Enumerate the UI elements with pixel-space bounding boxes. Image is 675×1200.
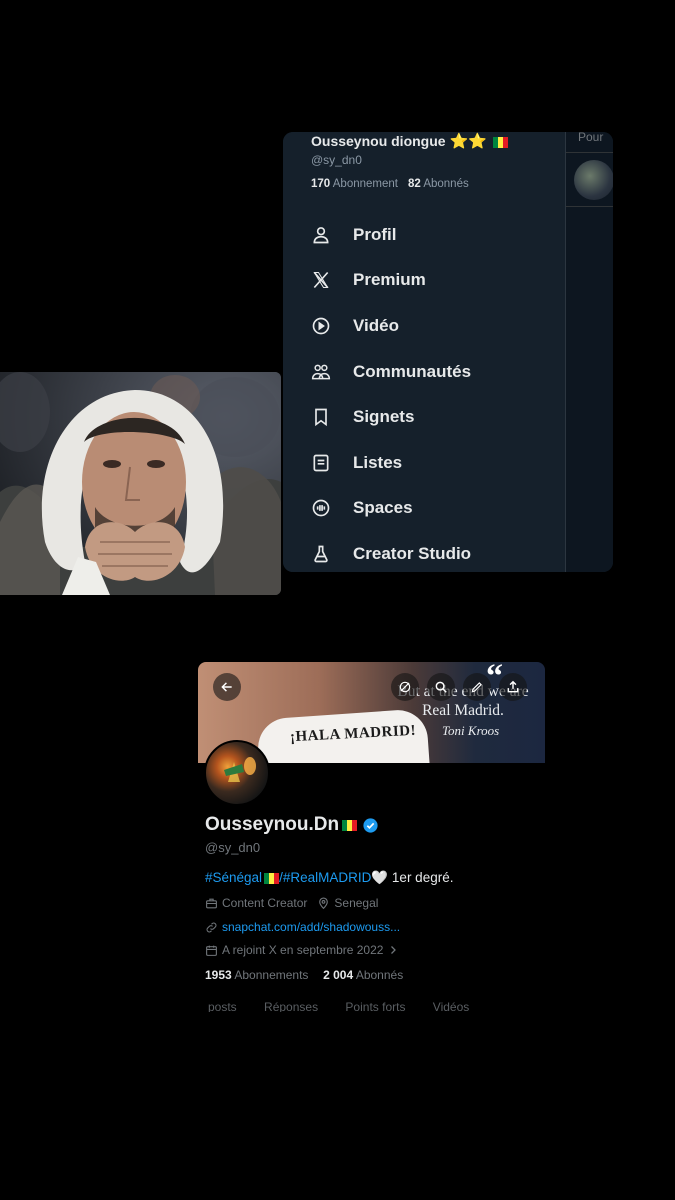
profile-meta-row: Content Creator Senegal [205,896,378,910]
share-button[interactable] [499,673,527,701]
profile-card: ¡HALA MADRID! “ But at the end we are Re… [198,662,545,1012]
following-label: Abonnements [234,968,309,982]
menu-item-label: Premium [353,270,426,290]
tab-videos[interactable]: Vidéos [433,1000,469,1012]
account-name-text: Ousseynou diongue [311,133,446,149]
tab-pour[interactable]: Pour [578,132,603,144]
followers-label: Abonnés [355,968,404,982]
menu-item-profil[interactable]: Profil [283,212,565,258]
menu-item-label: Creator Studio [353,543,472,563]
account-name[interactable]: Ousseynou diongue ⭐⭐ [311,132,508,150]
divider [566,206,613,207]
menu-item-listes[interactable]: Listes [283,440,565,486]
followers-count: 2 004 [323,968,354,982]
share-icon [507,680,519,693]
menu-item-label: Vidéo [353,315,399,335]
person-icon [313,226,329,244]
profile-bio: #Sénégal/#RealMADRID🤍 1er degré. [205,870,453,886]
back-arrow-icon [221,682,232,692]
search-icon [435,681,447,693]
hooded-man-image [0,372,281,595]
tab-reponses[interactable]: Réponses [264,1000,318,1012]
followers-label: Abonnés [423,178,469,190]
star-emoji: ⭐⭐ [449,133,487,150]
hashtag-realmadrid[interactable]: #RealMADRID [283,870,372,885]
menu-item-signets[interactable]: Signets [283,394,565,440]
location-pin-icon [319,897,329,909]
account-stats: 170 Abonnement 82 Abonnés [311,178,469,190]
hashtag-senegal[interactable]: #Sénégal [205,870,262,885]
followers-count: 82 [407,178,421,190]
followers-stat[interactable]: 82 Abonnés [408,178,469,190]
profile-location: Senegal [334,896,379,910]
following-count: 1953 [205,968,232,982]
x-logo-icon [313,272,329,289]
senegal-flag-icon [264,872,280,884]
calendar-icon [206,945,217,956]
spaces-icon [312,500,330,517]
search-button[interactable] [427,673,455,701]
following-stat[interactable]: 1953 Abonnements [205,968,308,982]
list-icon [313,454,329,472]
avatar-image [224,757,256,782]
tab-posts[interactable]: posts [208,1000,237,1012]
grok-button[interactable] [391,673,419,701]
account-handle: @sy_dn0 [311,153,362,167]
menu-item-label: Spaces [353,498,413,518]
profile-joined: A rejoint X en septembre 2022 [222,943,384,957]
pencil-icon [471,682,482,693]
profile-name: Ousseynou.Dn [205,814,379,836]
link-icon [206,922,217,932]
profile-tabs: posts Réponses Points forts Vidéos [208,1000,493,1012]
menu-item-communautes[interactable]: Communautés [283,349,565,395]
profile-link-row: snapchat.com/add/shadowouss... [205,920,400,934]
profile-website-link[interactable]: snapchat.com/add/shadowouss... [222,920,400,934]
banner-author: Toni Kroos [442,723,500,738]
people-icon [311,364,331,379]
white-heart-emoji: 🤍 [371,870,389,885]
bio-text: 1er degré. [388,870,454,885]
play-circle-icon [312,317,330,335]
following-label: Abonnement [332,178,398,190]
side-menu-panel: Ousseynou diongue ⭐⭐ @sy_dn0 170 Abonnem… [283,132,613,572]
menu-item-spaces[interactable]: Spaces [283,486,565,532]
menu-item-premium[interactable]: Premium [283,258,565,304]
menu-list: Profil Premium Vidéo Communautés Signets… [283,212,565,572]
tab-points-forts[interactable]: Points forts [345,1000,405,1012]
flask-icon [314,545,328,563]
edit-button[interactable] [463,673,491,701]
profile-avatar[interactable] [204,740,270,806]
reaction-photo [0,372,281,595]
profile-name-text: Ousseynou.Dn [205,814,340,835]
menu-item-label: Communautés [353,361,472,381]
divider [566,152,613,153]
senegal-flag-icon [492,136,508,148]
senegal-flag-icon [342,819,358,831]
menu-item-creator-studio[interactable]: Creator Studio [283,531,565,572]
profile-joined-row: A rejoint X en septembre 2022 [205,943,403,957]
side-menu: Ousseynou diongue ⭐⭐ @sy_dn0 170 Abonnem… [283,132,565,572]
verified-badge-icon[interactable] [362,817,379,834]
menu-item-label: Listes [353,452,403,472]
followers-stat[interactable]: 2 004 Abonnés [323,968,403,982]
background-timeline-strip: Pour [565,132,613,572]
menu-item-label: Signets [353,407,415,427]
menu-item-label: Profil [353,224,397,244]
following-stat[interactable]: 170 Abonnement [311,178,398,190]
profile-handle: @sy_dn0 [205,840,261,855]
bookmark-icon [315,408,327,427]
grok-icon [399,681,411,693]
avatar[interactable] [574,160,613,200]
profile-follow-stats: 1953 Abonnements 2 004 Abonnés [205,968,403,982]
chevron-right-icon[interactable] [387,944,399,956]
briefcase-icon [206,898,217,908]
back-button[interactable] [213,673,241,701]
following-count: 170 [311,178,331,190]
profile-category: Content Creator [222,896,308,910]
menu-item-video[interactable]: Vidéo [283,303,565,349]
